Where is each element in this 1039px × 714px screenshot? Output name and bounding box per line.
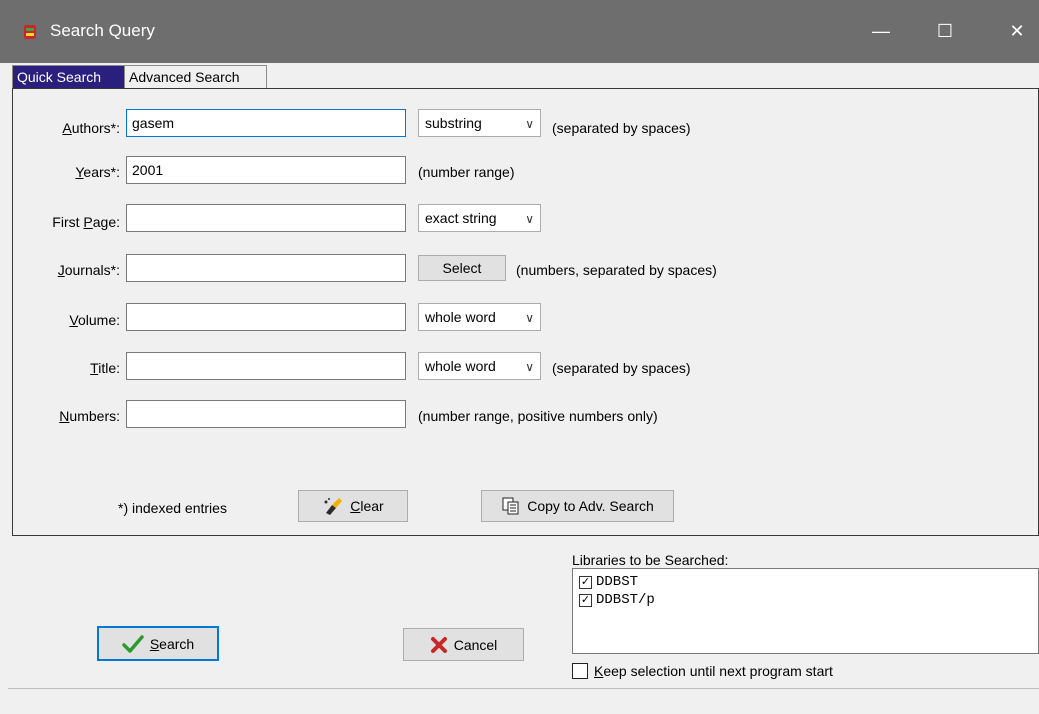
journals-label: Journals*: bbox=[57, 262, 120, 278]
dialog-client: Quick Search Advanced Search Authors*: g… bbox=[0, 63, 1039, 714]
numbers-hint: (number range, positive numbers only) bbox=[418, 408, 658, 424]
title-label: Title: bbox=[90, 360, 120, 376]
checkmark-icon: ✓ bbox=[579, 575, 592, 589]
keep-selection-checkbox[interactable]: Keep selection until next program start bbox=[572, 663, 833, 679]
tab-quick-search[interactable]: Quick Search bbox=[12, 65, 125, 88]
years-input[interactable]: 2001 bbox=[126, 156, 406, 184]
checkmark-icon bbox=[122, 634, 144, 653]
library-checkbox-ddbst-p[interactable]: ✓ DDBST/p bbox=[579, 591, 655, 609]
authors-hint: (separated by spaces) bbox=[552, 120, 691, 136]
journals-hint: (numbers, separated by spaces) bbox=[516, 262, 717, 278]
libraries-list: ✓ DDBST ✓ DDBST/p bbox=[572, 568, 1039, 654]
title-match-select[interactable]: whole word ∨ bbox=[418, 352, 541, 380]
maximize-icon: ☐ bbox=[936, 21, 954, 41]
indexed-entries-note: *) indexed entries bbox=[118, 500, 227, 516]
clear-button[interactable]: Clear bbox=[298, 490, 408, 522]
maximize-button[interactable]: ☐ bbox=[922, 0, 968, 63]
journals-input[interactable] bbox=[126, 254, 406, 282]
chevron-down-icon: ∨ bbox=[525, 212, 534, 226]
title-hint: (separated by spaces) bbox=[552, 360, 691, 376]
title-bar: Search Query — ☐ ✕ bbox=[0, 0, 1039, 63]
years-label: Years*: bbox=[75, 164, 120, 180]
chevron-down-icon: ∨ bbox=[525, 117, 534, 131]
close-button[interactable]: ✕ bbox=[994, 0, 1039, 63]
minimize-icon: — bbox=[872, 21, 890, 41]
checkmark-icon: ✓ bbox=[579, 593, 592, 607]
authors-input[interactable]: gasem bbox=[126, 109, 406, 137]
search-button[interactable]: Search bbox=[97, 626, 219, 661]
first-page-input[interactable] bbox=[126, 204, 406, 232]
chevron-down-icon: ∨ bbox=[525, 311, 534, 325]
cancel-x-icon bbox=[430, 636, 447, 653]
close-icon: ✕ bbox=[1009, 21, 1025, 41]
authors-match-select[interactable]: substring ∨ bbox=[418, 109, 541, 137]
minimize-button[interactable]: — bbox=[858, 0, 904, 63]
chevron-down-icon: ∨ bbox=[525, 360, 534, 374]
tab-advanced-search[interactable]: Advanced Search bbox=[124, 65, 267, 88]
window-title: Search Query bbox=[50, 21, 155, 40]
copy-icon bbox=[502, 497, 519, 515]
copy-to-adv-search-button[interactable]: Copy to Adv. Search bbox=[481, 490, 674, 522]
first-page-match-select[interactable]: exact string ∨ bbox=[418, 204, 541, 232]
checkbox-box bbox=[572, 663, 588, 679]
journals-select-button[interactable]: Select bbox=[418, 255, 506, 281]
cancel-button[interactable]: Cancel bbox=[403, 628, 524, 661]
volume-match-select[interactable]: whole word ∨ bbox=[418, 303, 541, 331]
years-hint: (number range) bbox=[418, 164, 515, 180]
libraries-title: Libraries to be Searched: bbox=[572, 552, 729, 568]
app-icon bbox=[24, 25, 36, 39]
numbers-label: Numbers: bbox=[59, 408, 120, 424]
first-page-label: First Page: bbox=[52, 214, 120, 230]
eraser-icon bbox=[324, 498, 343, 515]
numbers-input[interactable] bbox=[126, 400, 406, 428]
status-divider bbox=[8, 688, 1039, 689]
authors-label: Authors*: bbox=[62, 120, 120, 136]
volume-label: Volume: bbox=[69, 312, 120, 328]
library-checkbox-ddbst[interactable]: ✓ DDBST bbox=[579, 573, 655, 591]
volume-input[interactable] bbox=[126, 303, 406, 331]
title-input[interactable] bbox=[126, 352, 406, 380]
